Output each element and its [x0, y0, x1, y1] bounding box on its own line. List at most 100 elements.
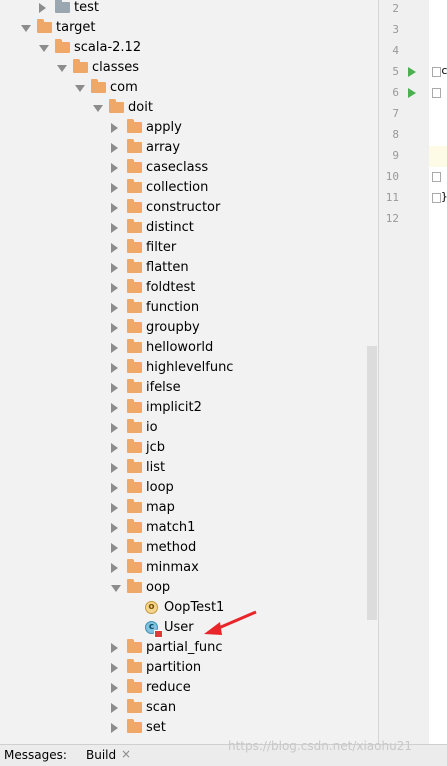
chevron-right-icon[interactable] — [111, 143, 118, 153]
folder-icon — [127, 159, 142, 173]
tree-folder-match1[interactable]: match1 — [0, 518, 378, 538]
tree-folder-highlevelfunc[interactable]: highlevelfunc — [0, 358, 378, 378]
chevron-down-icon[interactable] — [75, 85, 85, 92]
close-icon[interactable]: × — [121, 747, 131, 761]
tree-folder-minmax[interactable]: minmax — [0, 558, 378, 578]
tree-folder-helloworld[interactable]: helloworld — [0, 338, 378, 358]
tree-folder-jcb[interactable]: jcb — [0, 438, 378, 458]
folder-icon — [127, 219, 142, 233]
tree-folder-constructor[interactable]: constructor — [0, 198, 378, 218]
tree-item-label: apply — [146, 120, 182, 135]
tree-folder-reduce[interactable]: reduce — [0, 678, 378, 698]
fold-marker-icon[interactable] — [432, 67, 441, 77]
tree-folder-classes[interactable]: classes — [0, 58, 378, 78]
tree-file-OopTest1[interactable]: o OopTest1 — [0, 598, 378, 618]
tree-scrollbar[interactable] — [367, 346, 377, 620]
chevron-right-icon[interactable] — [111, 463, 118, 473]
tree-folder-foldtest[interactable]: foldtest — [0, 278, 378, 298]
chevron-right-icon[interactable] — [111, 483, 118, 493]
tree-item-label: array — [146, 140, 181, 155]
tree-folder-oop[interactable]: oop — [0, 578, 378, 598]
chevron-right-icon[interactable] — [111, 443, 118, 453]
tree-item-label: implicit2 — [146, 400, 202, 415]
chevron-right-icon[interactable] — [111, 363, 118, 373]
tree-folder-caseclass[interactable]: caseclass — [0, 158, 378, 178]
tree-item-label: partition — [146, 660, 202, 675]
chevron-down-icon[interactable] — [93, 105, 103, 112]
chevron-right-icon[interactable] — [111, 303, 118, 313]
tree-folder-target[interactable]: target — [0, 18, 378, 38]
chevron-down-icon[interactable] — [57, 65, 67, 72]
chevron-right-icon[interactable] — [39, 3, 46, 13]
annotation-arrow — [204, 610, 257, 635]
tree-item-label: match1 — [146, 520, 196, 535]
tree-folder-set[interactable]: set — [0, 718, 378, 738]
chevron-right-icon[interactable] — [111, 163, 118, 173]
tree-folder-com[interactable]: com — [0, 78, 378, 98]
fold-marker-icon[interactable] — [432, 172, 441, 182]
tree-folder-collection[interactable]: collection — [0, 178, 378, 198]
tree-folder-groupby[interactable]: groupby — [0, 318, 378, 338]
tree-folder-flatten[interactable]: flatten — [0, 258, 378, 278]
chevron-down-icon[interactable] — [111, 585, 121, 592]
tree-folder-method[interactable]: method — [0, 538, 378, 558]
chevron-right-icon[interactable] — [111, 403, 118, 413]
tree-file-User[interactable]: c User — [0, 618, 378, 638]
chevron-right-icon[interactable] — [111, 523, 118, 533]
line-number: 3 — [392, 23, 399, 36]
tree-folder-ifelse[interactable]: ifelse — [0, 378, 378, 398]
fold-marker-icon[interactable] — [432, 88, 441, 98]
chevron-right-icon[interactable] — [111, 263, 118, 273]
chevron-right-icon[interactable] — [111, 383, 118, 393]
chevron-right-icon[interactable] — [111, 503, 118, 513]
tree-item-label: constructor — [146, 200, 221, 215]
chevron-right-icon[interactable] — [111, 123, 118, 133]
chevron-right-icon[interactable] — [111, 723, 118, 733]
chevron-right-icon[interactable] — [111, 643, 118, 653]
folder-icon — [73, 59, 88, 73]
run-icon[interactable] — [408, 67, 416, 77]
chevron-right-icon[interactable] — [111, 543, 118, 553]
chevron-right-icon[interactable] — [111, 323, 118, 333]
tree-folder-array[interactable]: array — [0, 138, 378, 158]
tree-item-label: com — [110, 80, 138, 95]
tree-folder-function[interactable]: function — [0, 298, 378, 318]
chevron-right-icon[interactable] — [111, 423, 118, 433]
folder-icon — [127, 139, 142, 153]
code-editor[interactable]: 2 3 4 5 6 7 8 9 10 11 12 c} — [379, 0, 447, 744]
tree-folder-list[interactable]: list — [0, 458, 378, 478]
chevron-right-icon[interactable] — [111, 203, 118, 213]
tree-folder-partition[interactable]: partition — [0, 658, 378, 678]
tree-folder-doit[interactable]: doit — [0, 98, 378, 118]
tree-folder-filter[interactable]: filter — [0, 238, 378, 258]
tree-item-label: test — [74, 0, 99, 15]
tree-folder-distinct[interactable]: distinct — [0, 218, 378, 238]
chevron-down-icon[interactable] — [21, 25, 31, 32]
tree-folder-partial_func[interactable]: partial_func — [0, 638, 378, 658]
project-tree[interactable]: test target scala-2.12 classes com doit apply a… — [0, 0, 378, 744]
chevron-right-icon[interactable] — [111, 283, 118, 293]
tree-folder-io[interactable]: io — [0, 418, 378, 438]
chevron-right-icon[interactable] — [111, 663, 118, 673]
tree-folder-scan[interactable]: scan — [0, 698, 378, 718]
chevron-right-icon[interactable] — [111, 243, 118, 253]
tree-folder-loop[interactable]: loop — [0, 478, 378, 498]
tree-folder-map[interactable]: map — [0, 498, 378, 518]
chevron-down-icon[interactable] — [39, 45, 49, 52]
build-tab[interactable]: Build — [86, 748, 116, 762]
chevron-right-icon[interactable] — [111, 563, 118, 573]
chevron-right-icon[interactable] — [111, 223, 118, 233]
chevron-right-icon[interactable] — [111, 343, 118, 353]
folder-icon — [127, 559, 142, 573]
tree-folder-test[interactable]: test — [0, 0, 378, 18]
chevron-right-icon[interactable] — [111, 683, 118, 693]
tree-folder-apply[interactable]: apply — [0, 118, 378, 138]
chevron-right-icon[interactable] — [111, 183, 118, 193]
tree-folder-scala-2.12[interactable]: scala-2.12 — [0, 38, 378, 58]
tree-folder-implicit2[interactable]: implicit2 — [0, 398, 378, 418]
fold-marker-icon[interactable] — [432, 193, 441, 203]
folder-icon — [55, 39, 70, 53]
tree-item-label: doit — [128, 100, 153, 115]
run-icon[interactable] — [408, 88, 416, 98]
chevron-right-icon[interactable] — [111, 703, 118, 713]
